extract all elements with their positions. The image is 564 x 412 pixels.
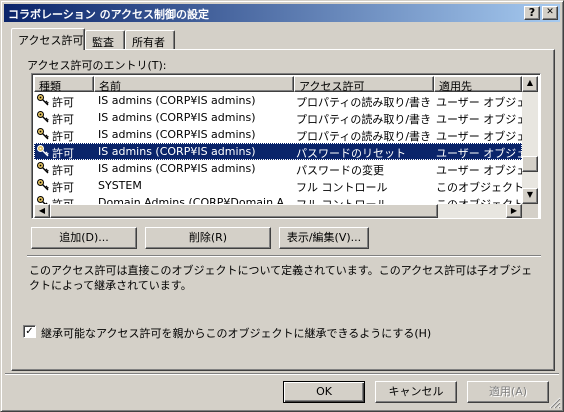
tab-permissions[interactable]: アクセス許可: [11, 28, 85, 50]
tab-auditing-label: 監査: [92, 36, 114, 49]
tab-auditing[interactable]: 監査: [85, 30, 125, 50]
tab-owner[interactable]: 所有者: [125, 30, 175, 50]
title-bar[interactable]: コラボレーション のアクセス制御の設定 ? ✕: [4, 4, 560, 22]
apply-button[interactable]: 適用(A): [467, 381, 549, 403]
help-button[interactable]: ?: [524, 6, 540, 20]
footer-divider: [5, 373, 559, 375]
dialog-window: コラボレーション のアクセス制御の設定 ? ✕ アクセス許可 監査 所有者 アク…: [0, 0, 564, 412]
ok-button[interactable]: OK: [283, 381, 365, 403]
tab-owner-label: 所有者: [132, 36, 165, 49]
permissions-panel: [11, 49, 555, 371]
resize-grip-icon[interactable]: [549, 397, 561, 409]
window-title: コラボレーション のアクセス制御の設定: [8, 8, 210, 21]
close-button[interactable]: ✕: [542, 6, 558, 20]
cancel-button[interactable]: キャンセル: [375, 381, 457, 403]
tab-permissions-label: アクセス許可: [18, 34, 84, 47]
